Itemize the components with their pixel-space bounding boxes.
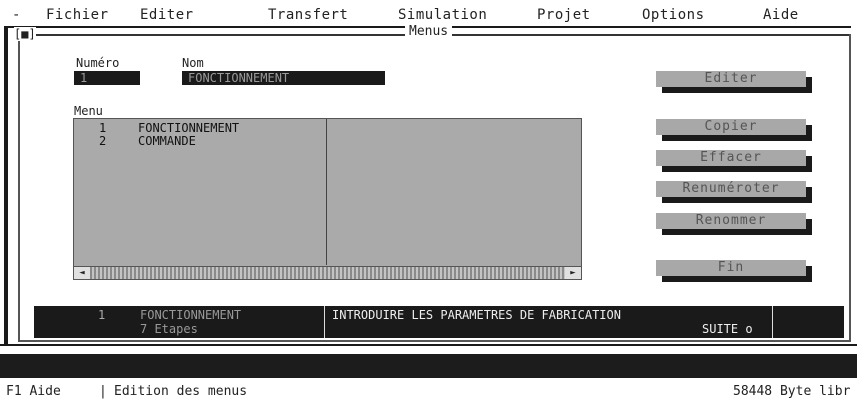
menu-simulation[interactable]: Simulation <box>398 7 487 23</box>
list-item-name: FONCTIONNEMENT <box>138 121 240 135</box>
menu-bar: - Fichier Editer Transfert Simulation Pr… <box>0 0 857 26</box>
fkey-separator: | <box>99 384 107 399</box>
scroll-left-arrow-icon[interactable]: ◄ <box>74 267 90 279</box>
function-key-bar: F1 Aide | Edition des menus 58448 Byte l… <box>0 382 857 401</box>
scroll-right-arrow-icon[interactable]: ► <box>565 267 581 279</box>
menu-projet[interactable]: Projet <box>537 7 591 23</box>
menu-options[interactable]: Options <box>642 7 705 23</box>
status-menu-name: FONCTIONNEMENT <box>140 308 242 322</box>
list-item-number: 1 <box>99 121 107 135</box>
menu-editer[interactable]: Editer <box>140 7 194 23</box>
nom-label: Nom <box>182 56 204 70</box>
system-menu[interactable]: - <box>12 7 21 23</box>
status-description: INTRODUIRE LES PARAMETRES DE FABRICATION <box>332 308 621 322</box>
renommer-button[interactable]: Renommer <box>656 213 806 229</box>
list-item-number: 2 <box>99 134 107 148</box>
nom-field[interactable]: FONCTIONNEMENT <box>182 71 385 85</box>
renumeroter-button[interactable]: Renuméroter <box>656 181 806 197</box>
status-divider <box>324 306 325 338</box>
window-close-box[interactable]: [■] <box>14 27 36 41</box>
status-suite: SUITE o <box>702 322 753 336</box>
effacer-button[interactable]: Effacer <box>656 150 806 166</box>
menu-transfert[interactable]: Transfert <box>268 7 348 23</box>
frame-bottom <box>18 340 851 342</box>
memory-free-label: 58448 Byte libr <box>733 384 851 399</box>
editer-button[interactable]: Editer <box>656 71 806 87</box>
window-title: Menus <box>405 24 453 39</box>
list-column-divider <box>326 119 327 265</box>
numero-field[interactable]: 1 <box>74 71 140 85</box>
status-end-divider <box>772 306 773 338</box>
menu-list[interactable]: 1 FONCTIONNEMENT 2 COMMANDE ◄ ► <box>73 118 582 280</box>
status-steps: 7 Etapes <box>140 322 198 336</box>
numero-label: Numéro <box>76 56 120 70</box>
status-number: 1 <box>98 308 106 322</box>
fin-button[interactable]: Fin <box>656 260 806 276</box>
status-panel: 1 FONCTIONNEMENT 7 Etapes INTRODUIRE LES… <box>34 306 844 338</box>
frame-left <box>18 40 20 340</box>
copier-button[interactable]: Copier <box>656 119 806 135</box>
list-item-name: COMMANDE <box>138 134 196 148</box>
desktop-band <box>0 354 857 378</box>
f1-help-key[interactable]: F1 Aide <box>6 384 61 399</box>
menu-aide[interactable]: Aide <box>763 7 799 23</box>
context-label: Edition des menus <box>114 384 248 399</box>
menu-label: Menu <box>74 104 103 118</box>
horizontal-scrollbar[interactable]: ◄ ► <box>74 266 581 279</box>
frame-right <box>849 34 851 340</box>
menu-fichier[interactable]: Fichier <box>46 7 109 23</box>
